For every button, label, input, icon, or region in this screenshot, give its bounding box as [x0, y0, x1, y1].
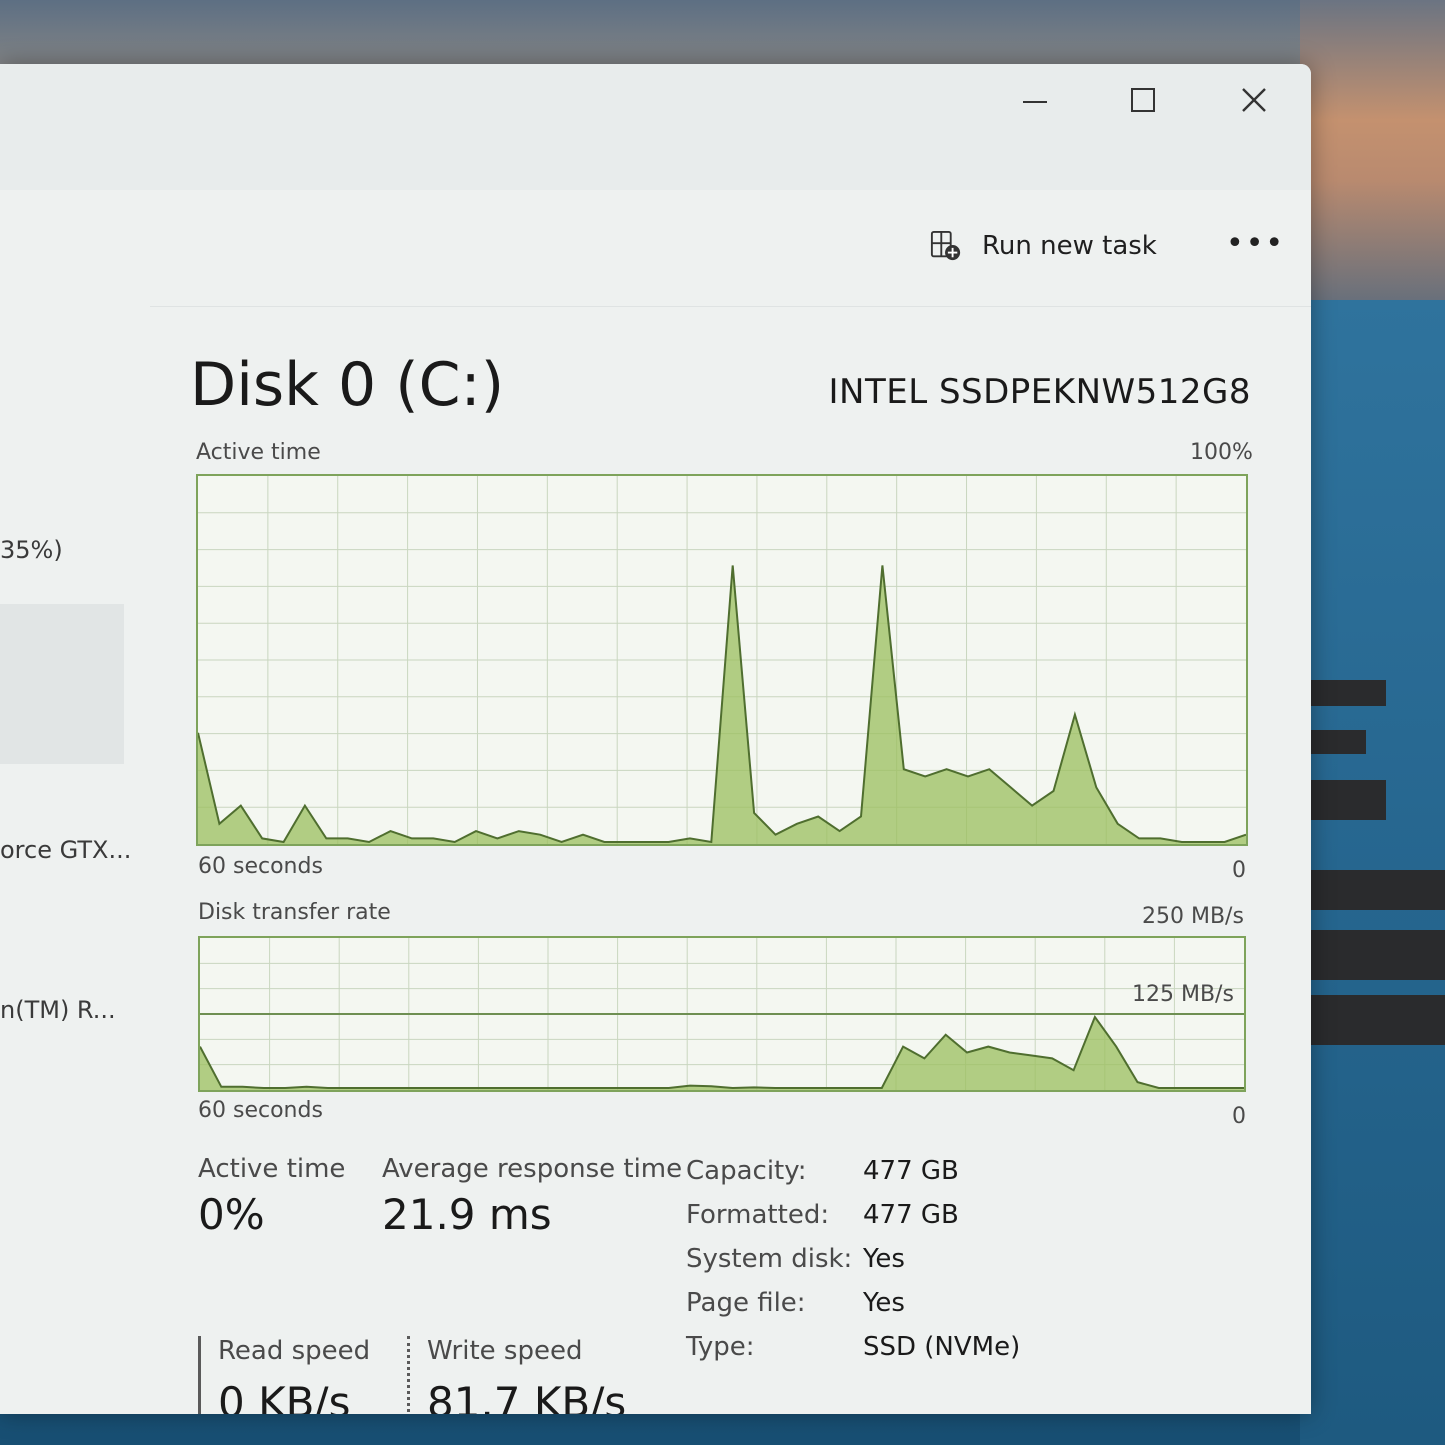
active-time-max-label: 100% [1190, 440, 1253, 465]
transfer-rate-mid-label: 125 MB/s [1132, 982, 1234, 1007]
write-speed-value: 81.7 KB/s [427, 1378, 627, 1414]
system-disk-label: System disk: [686, 1244, 853, 1274]
transfer-rate-max-label: 250 MB/s [1142, 904, 1244, 929]
page-file-label: Page file: [686, 1288, 806, 1318]
active-time-stat-label: Active time [198, 1154, 346, 1184]
capacity-value: 477 GB [863, 1156, 959, 1186]
run-new-task-button[interactable]: Run new task [930, 226, 1157, 266]
close-icon [1242, 88, 1266, 112]
more-icon: ••• [1226, 226, 1286, 261]
sidebar-item-cpu[interactable]: n(TM) R... [0, 996, 116, 1024]
desktop-pier [1306, 995, 1445, 1045]
task-manager-window: Run new task ••• 35%) orce GTX... n(TM) … [0, 64, 1311, 1414]
sidebar-selected-item[interactable] [0, 604, 124, 764]
sidebar-item-gpu[interactable]: orce GTX... [0, 836, 131, 864]
active-time-chart [198, 476, 1246, 844]
desktop-pier [1306, 870, 1445, 910]
read-speed-label: Read speed [218, 1336, 371, 1366]
transfer-rate-x-right-label: 0 [1232, 1104, 1246, 1129]
disk-model: INTEL SSDPEKNW512G8 [828, 372, 1251, 412]
page-title: Disk 0 (C:) [190, 350, 505, 420]
read-speed-value: 0 KB/s [218, 1378, 351, 1414]
active-time-x-left-label: 60 seconds [198, 854, 323, 879]
run-new-task-label: Run new task [982, 231, 1157, 261]
maximize-icon [1131, 88, 1155, 112]
read-speed-divider [198, 1336, 201, 1414]
desktop-pier [1306, 780, 1386, 820]
write-speed-divider [407, 1336, 410, 1414]
type-label: Type: [686, 1332, 755, 1362]
transfer-rate-chart [200, 938, 1244, 1090]
avg-response-label: Average response time [382, 1154, 683, 1184]
desktop-sky [1300, 0, 1445, 300]
system-disk-value: Yes [863, 1244, 905, 1274]
close-button[interactable] [1224, 80, 1284, 120]
toolbar: Run new task ••• [0, 190, 1311, 307]
transfer-rate-graph-label: Disk transfer rate [198, 900, 391, 925]
type-value: SSD (NVMe) [863, 1332, 1021, 1362]
title-bar [0, 64, 1311, 190]
page-file-value: Yes [863, 1288, 905, 1318]
minimize-button[interactable] [1005, 80, 1065, 120]
desktop-pier [1306, 930, 1445, 980]
transfer-rate-x-left-label: 60 seconds [198, 1098, 323, 1123]
active-time-stat-value: 0% [198, 1190, 265, 1239]
capacity-label: Capacity: [686, 1156, 807, 1186]
maximize-button[interactable] [1113, 80, 1173, 120]
minimize-icon [1023, 101, 1047, 103]
sidebar: 35%) orce GTX... n(TM) R... [0, 306, 150, 1414]
active-time-x-right-label: 0 [1232, 858, 1246, 883]
write-speed-label: Write speed [427, 1336, 583, 1366]
run-task-icon [930, 230, 961, 261]
series-area [200, 1017, 1244, 1090]
desktop-pier [1306, 680, 1386, 706]
active-time-graph-label: Active time [196, 440, 321, 465]
transfer-rate-graph [198, 936, 1246, 1092]
formatted-label: Formatted: [686, 1200, 830, 1230]
active-time-graph [196, 474, 1248, 846]
desktop-pier [1306, 730, 1366, 754]
sidebar-item-memory[interactable]: 35%) [0, 536, 63, 564]
more-options-button[interactable]: ••• [1226, 226, 1285, 261]
formatted-value: 477 GB [863, 1200, 959, 1230]
main-panel: Disk 0 (C:) INTEL SSDPEKNW512G8 Active t… [150, 306, 1311, 1414]
avg-response-value: 21.9 ms [382, 1190, 552, 1239]
